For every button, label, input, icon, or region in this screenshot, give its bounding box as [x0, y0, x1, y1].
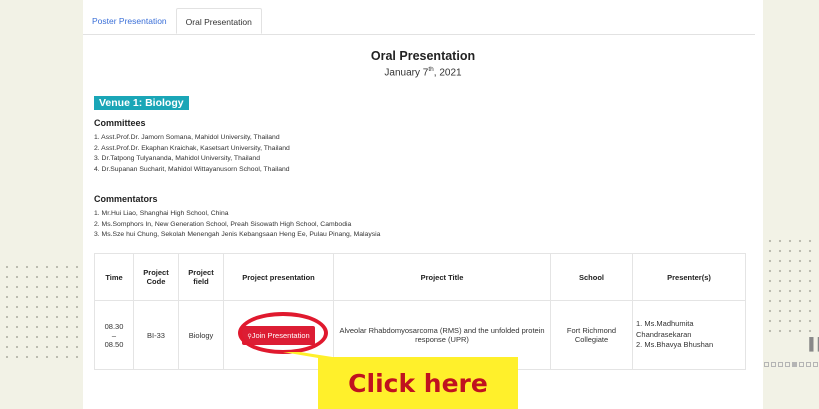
- callout-pointer: [283, 352, 352, 360]
- click-here-callout: Click here: [318, 357, 518, 409]
- callout-text: Click here: [348, 368, 488, 398]
